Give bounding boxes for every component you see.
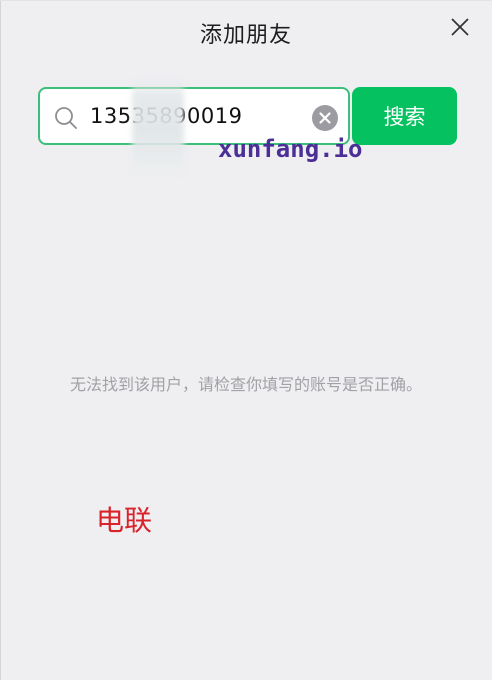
search-input[interactable]: [90, 99, 310, 133]
dialog-title: 添加朋友: [199, 23, 292, 48]
clear-circle-icon: [319, 112, 331, 124]
privacy-blur: [132, 77, 184, 177]
close-icon: [451, 18, 469, 36]
search-button[interactable]: 搜索: [352, 87, 457, 145]
window-edge: [0, 1, 1, 680]
close-button[interactable]: [448, 15, 472, 39]
clear-button[interactable]: [312, 105, 338, 131]
watermark-text: xunfang.io: [218, 135, 363, 163]
no-result-message: 无法找到该用户，请检查你填写的账号是否正确。: [69, 375, 422, 394]
handwritten-annotation: 电联: [96, 504, 153, 537]
search-icon: [55, 107, 77, 129]
add-friend-dialog: 添加朋友 搜索 xunfang.io 无法找到该用户，请检查你填写的账号是否正确…: [0, 0, 492, 680]
